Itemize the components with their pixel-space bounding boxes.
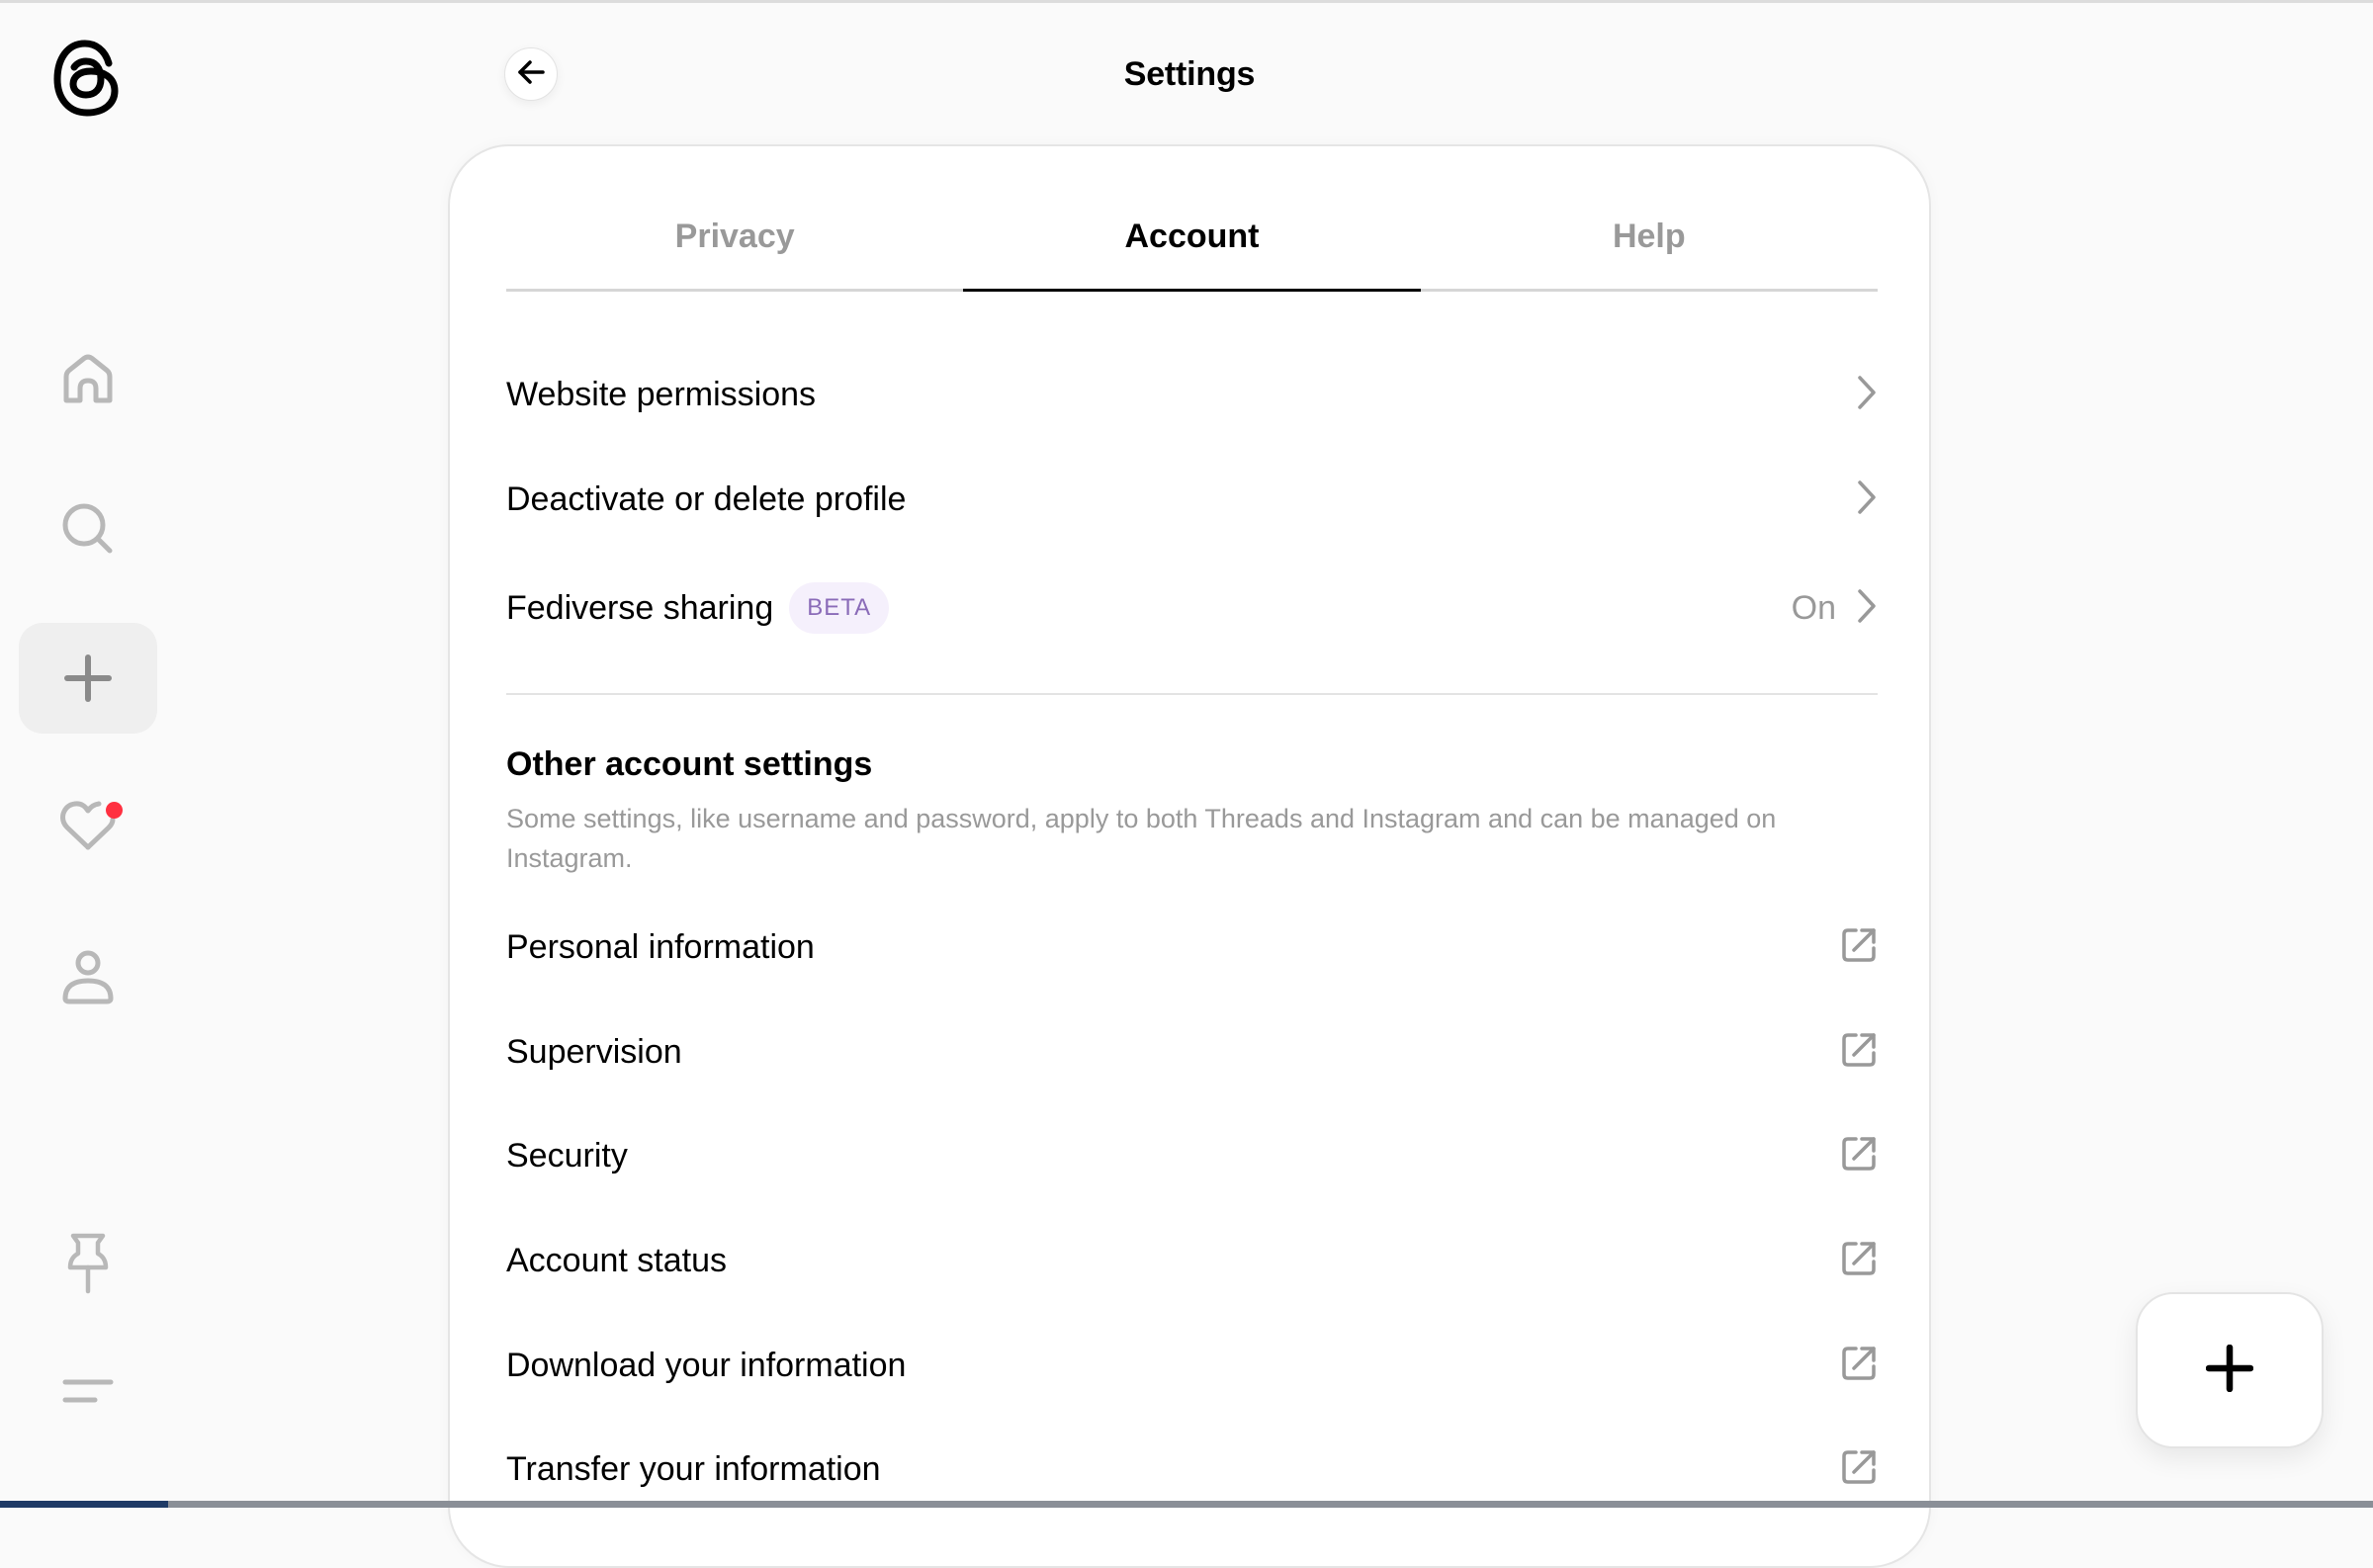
external-link-icon [1840,926,1878,969]
threads-logo-icon[interactable] [49,38,125,119]
person-icon [61,949,115,1004]
row-label: Download your information [506,1346,907,1384]
row-label: Security [506,1136,628,1175]
sidebar-item-more[interactable] [19,1336,157,1446]
row-label: Account status [506,1241,728,1279]
other-settings-description: Some settings, like username and passwor… [506,804,1777,873]
external-link-icon [1840,1345,1878,1387]
sidebar-item-profile[interactable] [19,921,157,1032]
other-settings-title: Other account settings [506,745,873,783]
chevron-right-icon [1856,588,1878,629]
fediverse-status-value: On [1791,588,1836,627]
external-link-icon [1840,1448,1878,1491]
page-title: Settings [1123,55,1256,93]
sidebar-item-search[interactable] [19,474,157,584]
sidebar-item-home[interactable] [19,325,157,436]
row-label: Deactivate or delete profile [506,479,907,518]
sidebar-item-pinned[interactable] [19,1208,157,1319]
arrow-left-icon [516,59,546,90]
security-row[interactable]: Security [506,1116,1878,1195]
external-link-icon [1840,1031,1878,1074]
row-label: Personal information [506,927,815,966]
tab-help[interactable]: Help [1421,206,1878,289]
tab-privacy[interactable]: Privacy [506,206,963,289]
desktop-background-strip [0,1501,2373,1508]
pin-icon [66,1232,110,1295]
download-information-row[interactable]: Download your information [506,1326,1878,1405]
notification-dot [106,802,123,819]
plus-icon [63,653,113,703]
row-label: Website permissions [506,375,817,413]
website-permissions-row[interactable]: Website permissions [506,355,1878,434]
sidebar [0,0,178,1501]
row-label: Supervision [506,1032,682,1071]
transfer-information-row[interactable]: Transfer your information [506,1430,1878,1509]
personal-information-row[interactable]: Personal information [506,908,1878,987]
search-icon [60,501,116,557]
external-link-icon [1840,1240,1878,1282]
settings-card: Privacy Account Help Website permissions… [448,144,1931,1568]
row-label: Fediverse sharing [506,588,774,627]
chevron-right-icon [1856,375,1878,415]
deactivate-delete-row[interactable]: Deactivate or delete profile [506,460,1878,539]
create-post-button[interactable] [2136,1292,2324,1448]
sidebar-item-activity[interactable] [19,770,157,881]
settings-tabs: Privacy Account Help [506,206,1878,292]
section-divider [506,693,1878,695]
fediverse-sharing-row[interactable]: Fediverse sharing BETA On [506,568,1878,648]
account-status-row[interactable]: Account status [506,1221,1878,1300]
window-top-border [0,0,2373,3]
tab-account[interactable]: Account [963,206,1421,292]
plus-icon [2205,1344,2254,1397]
chevron-right-icon [1856,479,1878,520]
sidebar-item-create[interactable] [19,623,157,734]
beta-badge: BETA [789,582,890,634]
menu-icon [62,1378,114,1404]
external-link-icon [1840,1135,1878,1177]
row-label: Transfer your information [506,1449,881,1488]
home-icon [60,353,116,408]
supervision-row[interactable]: Supervision [506,1012,1878,1091]
back-button[interactable] [504,47,558,101]
